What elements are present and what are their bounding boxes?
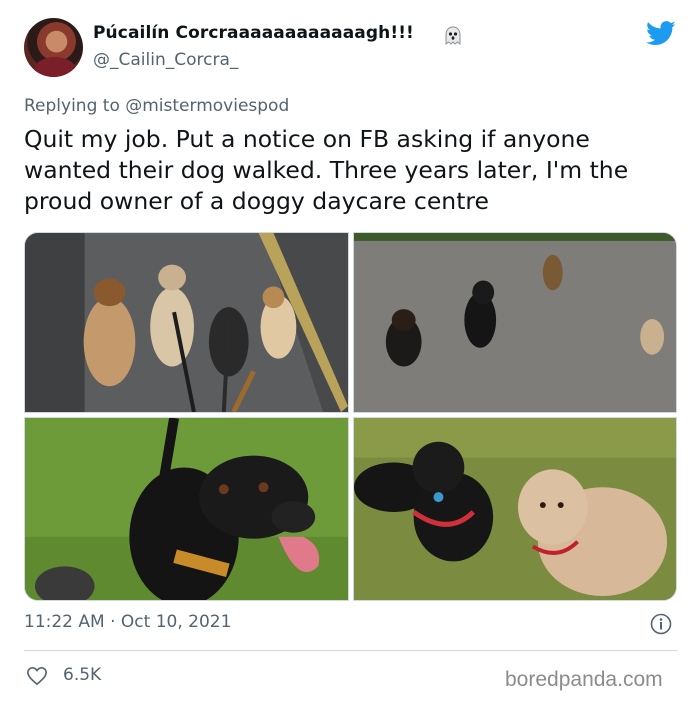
- like-count: 6.5K: [63, 665, 102, 685]
- replying-to: Replying to @mistermoviespod: [24, 96, 289, 116]
- author-display-name[interactable]: Púcailín Corcraaaaaaaaaaaagh!!!: [93, 23, 414, 43]
- photo-dogs-on-gravel[interactable]: [353, 232, 677, 413]
- photo-black-dog-and-curly-dog[interactable]: [353, 417, 677, 601]
- media-grid: [24, 232, 677, 602]
- reply-mention-link[interactable]: @mistermoviespod: [125, 96, 289, 116]
- replying-to-label: Replying to: [24, 96, 120, 116]
- divider: [24, 650, 677, 651]
- watermark: boredpanda.com: [505, 668, 663, 691]
- author-handle[interactable]: @_Cailin_Corcra_: [93, 50, 238, 70]
- photo-black-dog-tongue-out[interactable]: [24, 417, 349, 601]
- heart-icon[interactable]: [26, 666, 48, 686]
- photo-dogs-walking-on-leash[interactable]: [24, 232, 349, 413]
- tweet-timestamp[interactable]: 11:22 AM · Oct 10, 2021: [24, 612, 231, 632]
- twitter-bird-icon[interactable]: [646, 21, 676, 46]
- tweet-text: Quit my job. Put a notice on FB asking i…: [24, 125, 629, 215]
- info-icon[interactable]: [650, 613, 672, 635]
- ghost-icon: [445, 26, 461, 46]
- profile-avatar[interactable]: [24, 18, 83, 77]
